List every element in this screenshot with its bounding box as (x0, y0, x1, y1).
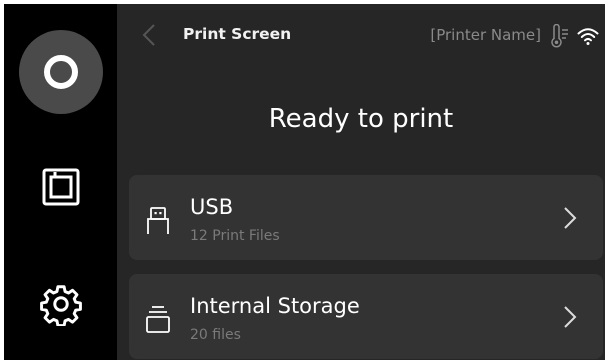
thermometer-icon (551, 24, 568, 48)
source-subtitle: 20 files (190, 327, 241, 343)
internal-storage-icon (146, 306, 170, 333)
storage-icon (42, 168, 79, 206)
home-button-circle (18, 30, 103, 114)
wifi-icon (577, 28, 599, 45)
source-card-internal-storage[interactable]: Internal Storage 20 files (129, 274, 603, 359)
status-heading: Ready to print (268, 104, 454, 134)
source-subtitle: 12 Print Files (190, 228, 280, 244)
main-panel: Print Screen [Printer Name] Ready to pri… (117, 4, 605, 360)
source-label: Internal Storage (190, 294, 360, 318)
sidebar-storage-button[interactable] (4, 162, 117, 212)
printer-name: [Printer Name] (430, 26, 541, 44)
page-title: Print Screen (183, 25, 292, 43)
printer-screen: Print Screen [Printer Name] Ready to pri… (4, 4, 605, 360)
usb-icon (147, 207, 169, 234)
gear-icon (39, 285, 82, 326)
chevron-right-icon (564, 207, 577, 229)
top-bar: Print Screen [Printer Name] (117, 4, 605, 68)
source-card-usb[interactable]: USB 12 Print Files (129, 175, 603, 260)
chevron-left-icon[interactable] (139, 22, 161, 48)
source-label: USB (190, 195, 234, 219)
sidebar (4, 4, 117, 360)
chevron-right-icon (564, 306, 577, 328)
sidebar-settings-button[interactable] (4, 278, 117, 330)
home-ring-icon (43, 55, 78, 89)
sidebar-home-button[interactable] (4, 29, 117, 115)
